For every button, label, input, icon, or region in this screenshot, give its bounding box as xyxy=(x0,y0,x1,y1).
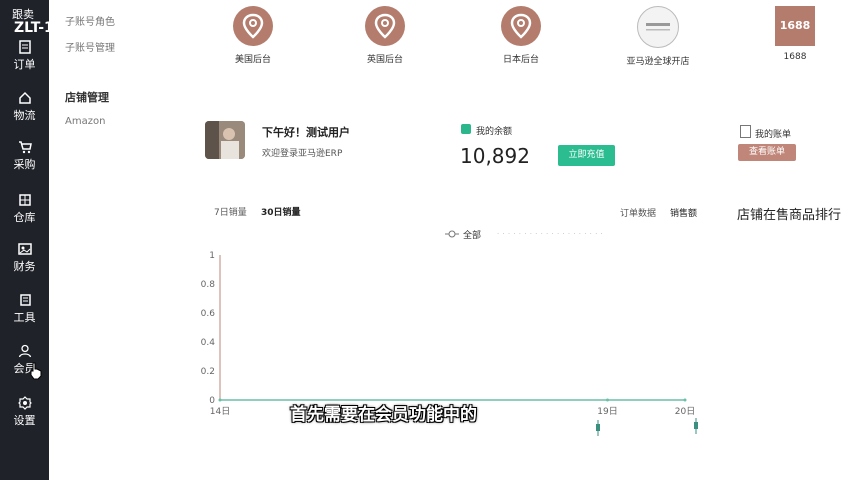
platform-us[interactable]: 美国后台 xyxy=(218,6,288,65)
platform-label: 美国后台 xyxy=(234,55,271,65)
y-tick-label: 0.2 xyxy=(201,367,215,377)
data-point xyxy=(683,398,687,402)
warehouse-icon xyxy=(18,194,31,206)
y-tick-label: 0.4 xyxy=(201,338,216,348)
tab-30day-sales[interactable]: 30日销量 xyxy=(261,205,301,218)
y-tick-label: 0.6 xyxy=(201,309,216,319)
platform-label: 1688 xyxy=(783,52,807,62)
nav-label: 工具 xyxy=(13,311,36,324)
balance-value: 10,892 xyxy=(460,144,530,168)
balance-label: 我的余额 xyxy=(476,127,513,137)
platform-label: 英国后台 xyxy=(366,55,403,65)
user-avatar xyxy=(205,121,245,159)
legend-marker-icon xyxy=(445,230,459,238)
user-icon xyxy=(18,344,31,358)
x-tick-label: 20日 xyxy=(675,406,695,417)
sales-line-chart: 1 0.8 0.6 0.4 0.2 014日 19日 20日 xyxy=(201,251,696,417)
order-icon xyxy=(18,40,31,54)
nav-item-orders[interactable]: 订单 xyxy=(0,40,49,72)
ranking-title: 店铺在售商品排行 xyxy=(737,208,842,223)
settings-icon xyxy=(17,396,32,410)
y-tick-label: 1 xyxy=(209,251,215,261)
nav-item-settings[interactable]: 设置 xyxy=(0,396,49,428)
greeting-text: 下午好！测试用户 xyxy=(262,126,350,139)
welcome-text: 欢迎登录亚马逊ERP xyxy=(262,149,343,159)
mouse-pointer-icon xyxy=(30,362,42,380)
y-tick-label: 0 xyxy=(209,396,215,406)
platform-label: 日本后台 xyxy=(502,55,539,65)
y-tick-label: 0.8 xyxy=(201,280,216,290)
account-name: ZLT-1 xyxy=(14,20,54,36)
tool-icon xyxy=(19,294,31,306)
nav-item-logistics[interactable]: 物流 xyxy=(0,91,49,123)
nav-label: 采购 xyxy=(13,158,36,171)
platform-jp[interactable]: 日本后台 xyxy=(486,6,556,65)
platform-uk[interactable]: 英国后台 xyxy=(350,6,420,65)
platform-label: 亚马逊全球开店 xyxy=(626,57,690,67)
location-pin-icon xyxy=(365,6,405,46)
x-tick-label: 14日 xyxy=(210,406,230,417)
location-pin-icon xyxy=(501,6,541,46)
data-point xyxy=(218,398,222,402)
video-subtitle: 首先需要在会员功能中的 xyxy=(290,405,477,425)
platform-amazon-global[interactable]: 亚马逊全球开店 xyxy=(623,6,693,67)
nav-item-tools[interactable]: 工具 xyxy=(0,293,49,325)
bill-icon xyxy=(740,125,751,138)
nav-label: 仓库 xyxy=(13,211,36,224)
secondary-menu: 子账号角色 子账号管理 店铺管理 Amazon xyxy=(49,0,179,480)
truck-icon xyxy=(18,91,31,104)
1688-logo: 1688 xyxy=(775,6,815,46)
submenu-link-subaccount-manage[interactable]: 子账号管理 xyxy=(65,39,115,54)
main-sidebar: 跟卖 ZLT-1 订单 物流 采购 仓库 财务 工具 会员 设置 xyxy=(0,0,54,480)
cart-icon xyxy=(18,141,32,154)
chart-candle-mark xyxy=(694,418,698,434)
nav-item-purchase[interactable]: 采购 xyxy=(0,140,49,172)
x-tick-label: 19日 xyxy=(597,406,617,417)
amazon-global-logo xyxy=(637,6,679,48)
submenu-section-title: 店铺管理 xyxy=(65,91,109,104)
platform-1688[interactable]: 1688 1688 xyxy=(760,6,830,62)
finance-icon xyxy=(17,243,32,255)
tab-sales-amount[interactable]: 销售额 xyxy=(670,206,697,219)
nav-item-warehouse[interactable]: 仓库 xyxy=(0,193,49,225)
nav-label: 物流 xyxy=(13,109,36,122)
bill-label: 我的账单 xyxy=(755,130,792,140)
nav-label: 订单 xyxy=(13,58,36,71)
legend-all[interactable]: 全部 xyxy=(463,228,481,241)
nav-label: 财务 xyxy=(13,260,36,273)
recharge-button[interactable]: 立即充值 xyxy=(558,145,615,166)
submenu-link-amazon[interactable]: Amazon xyxy=(65,116,105,127)
nav-label: 设置 xyxy=(13,414,36,427)
location-pin-icon xyxy=(233,6,273,46)
tab-order-data[interactable]: 订单数据 xyxy=(620,206,656,219)
data-point xyxy=(606,398,609,402)
nav-item-finance[interactable]: 财务 xyxy=(0,242,49,274)
tab-7day-sales[interactable]: 7日销量 xyxy=(214,205,247,218)
wallet-icon xyxy=(461,124,471,134)
view-bill-button[interactable]: 查看账单 xyxy=(738,144,796,161)
legend-other-series[interactable]: · · · · · · · · · · · · · · · · · · · · xyxy=(497,230,603,238)
chart-candle-mark xyxy=(596,420,600,436)
submenu-link-subaccount-role[interactable]: 子账号角色 xyxy=(65,13,115,28)
